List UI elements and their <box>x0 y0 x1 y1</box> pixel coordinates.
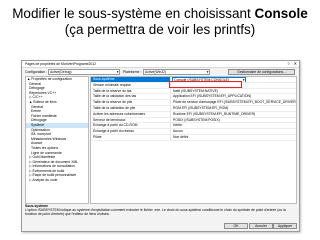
description-text: L'option /SUBSYSTEM indique au système d… <box>25 208 286 216</box>
chevron-down-icon: ▾ <box>116 69 119 74</box>
grid-property-value: Aucun <box>173 129 183 134</box>
config-label: Configuration : <box>25 69 48 74</box>
dialog-titlebar: Pages de propriétés de MonVertPrograme20… <box>22 61 299 68</box>
description-panel: Sous-système L'option /SUBSYSTEM indique… <box>25 204 295 218</box>
dialog-footer: OK Annuler Appliquer <box>22 222 299 229</box>
grid-property-value: Application EFI (/SUBSYSTEM:EFI_APPLICAT… <box>173 94 252 99</box>
grid-property-name: Sous-système <box>91 77 171 82</box>
configuration-value: Active(Debug) <box>50 70 72 74</box>
slide-title: Modifier le sous-système en choisissant … <box>0 6 320 38</box>
grid-property-name: Taille de la réserve de pile <box>91 100 171 105</box>
cancel-button[interactable]: Annuler <box>249 222 273 229</box>
grid-property-value: Runtime EFI (/SUBSYSTEM:EFI_RUNTIME_DRIV… <box>173 111 256 116</box>
grid-property-name: Activer les adresses volumineuses <box>91 111 171 117</box>
grid-property-value: ROM EFI (/SUBSYSTEM:EFI_ROM) <box>173 105 229 110</box>
dialog-title: Pages de propriétés de MonVertPrograme20… <box>25 62 97 66</box>
slide-subtitle: (ça permettra de voir les printfs) <box>64 22 256 37</box>
grid-property-name: Échange à partir du réseau <box>91 129 171 134</box>
configuration-row: Configuration : Active(Debug) ▾ Plateform… <box>25 68 296 75</box>
grid-property-value: POSIX (/SUBSYSTEM:POSIX) <box>173 117 220 122</box>
subsystem-dropdown-value: Console (/SUBSYSTEM:CONSOLE) <box>174 77 230 82</box>
grid-property-value: Hérite <box>173 123 183 128</box>
grid-property-name: Taille de la validation des tas <box>91 94 171 100</box>
help-icon[interactable]: ? <box>287 61 289 66</box>
grid-property-name: Échange à partir du CD-ROM <box>91 123 171 129</box>
config-manager-button[interactable]: Gestionnaire de configurations... <box>228 68 295 75</box>
window-controls: ? ✕ <box>287 61 297 66</box>
apply-button[interactable]: Appliquer <box>273 222 297 229</box>
grid-property-name: Pilote <box>91 134 171 140</box>
platform-select[interactable]: Active(Win32) ▾ <box>143 69 210 75</box>
grid-property-value <box>171 83 296 88</box>
title-bold: Console <box>254 6 308 21</box>
title-prefix: Modifier le sous-système en choisissant <box>12 6 255 21</box>
grid-property-value: Pilote de service d'amorçage EFI (/SUBSY… <box>173 100 296 105</box>
grid-property-name: Taille de la réserve du tas <box>91 88 171 94</box>
subsystem-dropdown[interactable]: Console (/SUBSYSTEM:CONSOLE) ▾ <box>172 77 246 82</box>
platform-value: Active(Win32) <box>145 70 167 74</box>
platform-label: Plateforme : <box>123 69 142 74</box>
close-icon[interactable]: ✕ <box>294 61 297 66</box>
grid-property-name: Version minimale requise <box>91 82 171 88</box>
grid-property-value: Natif (/SUBSYSTEM:NATIVE) <box>173 88 218 93</box>
property-tree[interactable]: ▲ Propriétés de configuration Général Débo… <box>25 76 89 204</box>
grid-property-value: Non défini <box>173 134 189 139</box>
property-grid[interactable]: Sous-système Console (/SUBSYSTEM:CONSOLE)… <box>90 76 297 204</box>
grid-row[interactable]: Pilote Non défini <box>91 134 296 141</box>
grid-property-name: Serveur de terminaux <box>91 117 171 123</box>
grid-property-value: Console (/SUBSYSTEM:CONSOLE) ▾ <box>171 77 296 82</box>
tree-item[interactable]: ▷ Analyse du code <box>26 178 88 183</box>
ok-button[interactable]: OK <box>224 222 248 229</box>
property-pages-dialog: Pages de propriétés de MonVertPrograme20… <box>21 60 300 232</box>
chevron-down-icon: ▾ <box>206 69 209 74</box>
chevron-down-icon: ▾ <box>242 77 245 82</box>
configuration-select[interactable]: Active(Debug) ▾ <box>48 69 120 75</box>
grid-property-name: Taille de la validation de pile <box>91 105 171 111</box>
